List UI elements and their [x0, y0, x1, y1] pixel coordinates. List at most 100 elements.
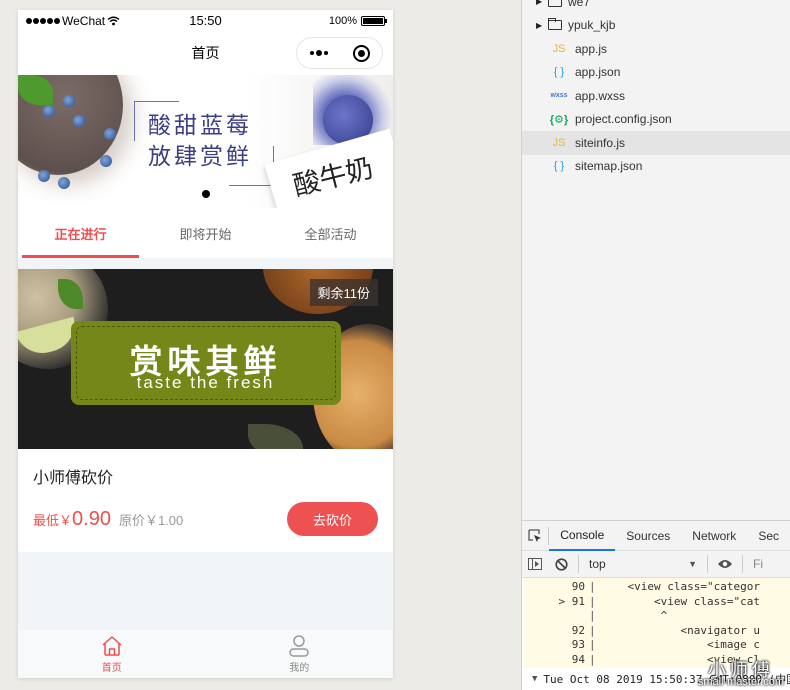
tab-all[interactable]: 全部活动 [268, 208, 393, 258]
tabbar-label-mine: 我的 [289, 663, 310, 674]
tabbar-label-home: 首页 [101, 663, 122, 674]
berry-image [43, 105, 55, 117]
watermark-title: 小师傅 [707, 660, 774, 680]
watermark-site: small-master.com [697, 676, 784, 688]
tree-folder-ypuk-kjb[interactable]: ▶ ypuk_kjb [522, 14, 790, 38]
console-filter-input[interactable]: Fi [747, 557, 763, 571]
battery-percent: 100% [328, 14, 357, 27]
signal-icon [26, 17, 60, 24]
tree-file-sitemap-json[interactable]: { } sitemap.json [522, 155, 790, 179]
screen: WeChat 15:50 100% 首页 酸甜蓝莓 放肆赏鲜 酸牛奶 正在进行 … [0, 0, 790, 690]
carrier-label: WeChat [62, 13, 106, 28]
phone-simulator: WeChat 15:50 100% 首页 酸甜蓝莓 放肆赏鲜 酸牛奶 正在进行 … [18, 10, 393, 678]
clear-console-button[interactable] [548, 557, 574, 571]
lowest-price-label: 最低￥ [33, 512, 73, 528]
close-miniprogram-icon[interactable] [352, 44, 370, 62]
bottom-tab-bar: 首页 我的 [18, 630, 393, 678]
more-icon[interactable] [309, 50, 328, 56]
page-title: 首页 [191, 45, 220, 61]
inspect-element-button[interactable] [522, 526, 550, 545]
tabbar-item-mine[interactable]: 我的 [206, 630, 394, 678]
devtools-panel: Console Sources Network Sec top ▼ Fi 90 … [522, 520, 790, 690]
context-selector[interactable]: top ▼ [583, 557, 703, 571]
inspect-icon [528, 528, 542, 542]
show-sidebar-button[interactable] [522, 558, 548, 570]
expand-arrow-icon[interactable]: ▶ [536, 21, 544, 30]
live-expression-button[interactable] [712, 559, 738, 569]
tree-item-label: siteinfo.js [575, 135, 626, 150]
tree-item-label: we7 [568, 0, 591, 9]
image-subtitle: taste the fresh [136, 373, 275, 392]
home-icon [102, 636, 122, 656]
tree-file-app-js[interactable]: JS app.js [522, 37, 790, 61]
json-file-icon: { } [553, 66, 565, 79]
berry-image [38, 170, 50, 182]
dropdown-arrow-icon: ▼ [688, 559, 697, 569]
code-line: > 91 | <view class="cat [558, 594, 760, 608]
context-value: top [589, 557, 606, 571]
berry-image [58, 177, 70, 189]
berry-image [73, 115, 85, 127]
tree-folder-we7[interactable]: ▶ we7 [522, 0, 790, 14]
tree-item-label: ypuk_kjb [568, 18, 616, 33]
wifi-icon [107, 16, 120, 25]
activity-image[interactable]: 赏味其鲜 taste the fresh 剩余11份 [18, 269, 393, 449]
file-tree: ▶ we7 ▶ ypuk_kjb JS app.js { } app.json … [522, 0, 790, 510]
json-file-icon: { } [553, 160, 565, 173]
js-file-icon: JS [552, 136, 566, 149]
tree-file-app-wxss[interactable]: wxss app.wxss [522, 84, 790, 108]
status-bar: WeChat 15:50 100% [18, 10, 393, 31]
tab-upcoming[interactable]: 即将开始 [143, 208, 268, 258]
activity-title: 小师傅砍价 [33, 470, 114, 487]
banner-headline: 酸甜蓝莓 放肆赏鲜 [148, 111, 252, 173]
folder-icon [548, 18, 562, 31]
code-line: 92 | <navigator u [571, 623, 760, 637]
tree-item-label: app.wxss [575, 88, 626, 103]
code-line: 90 | <view class="categor [571, 580, 760, 593]
devtools-tab-console[interactable]: Console [549, 520, 616, 551]
banner-line-2: 放肆赏鲜 [148, 144, 252, 170]
code-line: 93 | <image c [571, 638, 760, 651]
bay-leaf-image [248, 424, 303, 449]
capsule-menu [296, 37, 383, 69]
folder-icon [548, 0, 562, 7]
devtools-tabs: Console Sources Network Sec [522, 520, 790, 551]
devtools-tab-sources[interactable]: Sources [615, 520, 681, 551]
price-info: 最低￥ 0.90 原价￥1.00 [33, 508, 183, 531]
original-price: 原价￥1.00 [118, 512, 184, 528]
tabbar-item-home[interactable]: 首页 [18, 630, 206, 678]
watermark: 小师傅 small-master.com [697, 660, 784, 688]
tree-file-siteinfo-js[interactable]: JS siteinfo.js [522, 131, 790, 155]
js-file-icon: JS [552, 42, 566, 55]
tree-item-label: app.js [575, 41, 608, 56]
berry-image [63, 95, 75, 107]
banner-line-1: 酸甜蓝莓 [148, 113, 252, 139]
tree-file-app-json[interactable]: { } app.json [522, 61, 790, 85]
clear-icon [554, 557, 568, 571]
banner-swiper[interactable]: 酸甜蓝莓 放肆赏鲜 酸牛奶 [18, 75, 393, 208]
bargain-button[interactable]: 去砍价 [287, 502, 378, 536]
code-line: | ^ [589, 609, 668, 622]
tab-ongoing[interactable]: 正在进行 [18, 208, 143, 258]
ide-panel: ▶ we7 ▶ ypuk_kjb JS app.js { } app.json … [521, 0, 790, 690]
eye-icon [718, 560, 732, 568]
config-file-icon: {⚙} [549, 113, 569, 126]
expand-arrow-icon[interactable]: ▶ [536, 0, 544, 6]
devtools-tab-network[interactable]: Network [681, 520, 747, 551]
sidebar-toggle-icon [528, 558, 542, 570]
expand-triangle-icon[interactable]: ▼ [532, 674, 537, 684]
tree-item-label: sitemap.json [575, 159, 643, 174]
tree-item-label: app.json [575, 65, 621, 80]
user-icon [289, 635, 309, 657]
nav-bar: 首页 [18, 31, 393, 75]
tree-file-project-config[interactable]: {⚙} project.config.json [522, 108, 790, 132]
lowest-price-value: 0.90 [72, 507, 111, 530]
clock: 15:50 [189, 13, 222, 28]
console-toolbar: top ▼ Fi [522, 551, 790, 578]
devtools-tab-security[interactable]: Sec [747, 520, 790, 551]
berry-image [104, 128, 116, 140]
swiper-indicator-dot[interactable] [202, 190, 210, 198]
console-error-code: 90 | <view class="categor > 91 | <view cla… [522, 578, 790, 668]
battery-icon [361, 15, 387, 26]
activity-card[interactable]: 赏味其鲜 taste the fresh 剩余11份 小师傅砍价 最低￥ 0.9… [18, 269, 393, 552]
